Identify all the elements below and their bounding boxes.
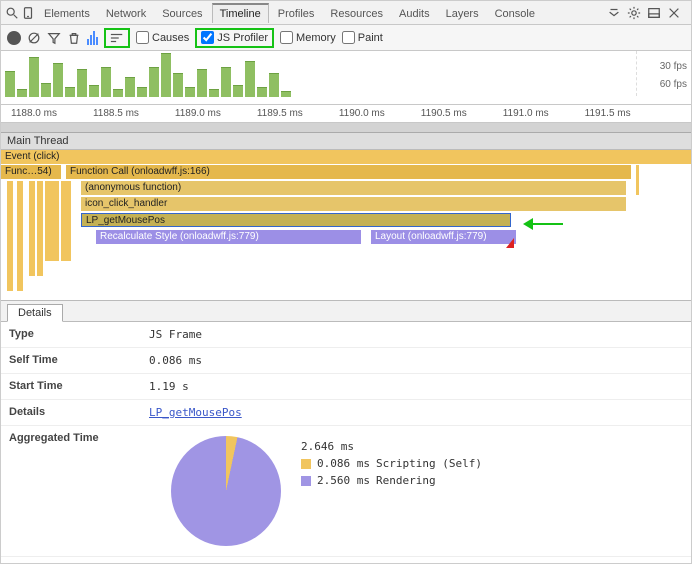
- swatch-scripting: [301, 459, 311, 469]
- aggregated-time-pie: [171, 436, 281, 546]
- gear-icon[interactable]: [627, 6, 641, 20]
- flame-getmousepos[interactable]: LP_getMousePos: [81, 213, 511, 227]
- memory-checkbox[interactable]: Memory: [280, 31, 336, 44]
- annotation-arrow-icon: [523, 218, 533, 230]
- legend-scripting-name: Scripting (Self): [376, 457, 482, 470]
- trash-icon[interactable]: [67, 31, 81, 45]
- clear-icon[interactable]: [27, 31, 41, 45]
- drawer-icon[interactable]: [607, 6, 621, 20]
- dock-icon[interactable]: [647, 6, 661, 20]
- view-bars-icon[interactable]: [87, 31, 98, 45]
- flame-recalc-style[interactable]: Recalculate Style (onloadwff.js:779): [96, 230, 361, 244]
- detail-starttime-value: 1.19 s: [141, 374, 691, 400]
- time-axis: 1188.0 ms1188.5 ms1189.0 ms1189.5 ms1190…: [1, 105, 691, 123]
- detail-type-value: JS Frame: [141, 322, 691, 348]
- flame-func-trunc[interactable]: Func…54): [1, 165, 61, 179]
- js-profiler-checkbox[interactable]: JS Profiler: [201, 31, 268, 44]
- tab-layers[interactable]: Layers: [439, 3, 486, 23]
- detail-type-label: Type: [1, 322, 141, 348]
- detail-selftime-label: Self Time: [1, 348, 141, 374]
- detail-agg-label: Aggregated Time: [1, 426, 141, 557]
- causes-checkbox[interactable]: Causes: [136, 31, 189, 44]
- flame-chart[interactable]: Event (click) Func…54) Function Call (on…: [1, 150, 691, 300]
- legend-rendering-name: Rendering: [376, 474, 436, 487]
- swatch-rendering: [301, 476, 311, 486]
- overview-chart[interactable]: 30 fps 60 fps: [1, 51, 691, 105]
- flame-function-call[interactable]: Function Call (onloadwff.js:166): [66, 165, 631, 179]
- detail-starttime-label: Start Time: [1, 374, 141, 400]
- close-icon[interactable]: [667, 6, 681, 20]
- filter-icon[interactable]: [47, 31, 61, 45]
- tab-network[interactable]: Network: [99, 3, 153, 23]
- pie-total: 2.646 ms: [301, 440, 354, 453]
- legend-rendering-value: 2.560 ms: [317, 474, 370, 487]
- tab-elements[interactable]: Elements: [37, 3, 97, 23]
- tab-console[interactable]: Console: [488, 3, 542, 23]
- tab-timeline[interactable]: Timeline: [212, 3, 269, 23]
- tab-resources[interactable]: Resources: [323, 3, 390, 23]
- tab-profiles[interactable]: Profiles: [271, 3, 322, 23]
- tab-audits[interactable]: Audits: [392, 3, 437, 23]
- record-button[interactable]: [7, 31, 21, 45]
- paint-checkbox[interactable]: Paint: [342, 31, 383, 44]
- forced-layout-warning-icon: [506, 228, 514, 248]
- detail-details-label: Details: [1, 400, 141, 426]
- search-icon[interactable]: [5, 6, 19, 20]
- legend-scripting-value: 0.086 ms: [317, 457, 370, 470]
- detail-selftime-value: 0.086 ms: [141, 348, 691, 374]
- thread-header: Main Thread: [1, 133, 691, 150]
- flame-anon[interactable]: (anonymous function): [81, 181, 626, 195]
- overview-scrubber[interactable]: [1, 123, 691, 133]
- fps60-label: 60 fps: [660, 79, 687, 90]
- fps30-label: 30 fps: [660, 61, 687, 72]
- flame-layout[interactable]: Layout (onloadwff.js:779): [371, 230, 516, 244]
- flame-event-click[interactable]: Event (click): [1, 150, 691, 164]
- device-icon[interactable]: [21, 6, 35, 20]
- detail-details-link[interactable]: LP_getMousePos: [141, 400, 691, 426]
- tab-sources[interactable]: Sources: [155, 3, 209, 23]
- details-tab[interactable]: Details: [7, 304, 63, 322]
- flame-handler[interactable]: icon_click_handler: [81, 197, 626, 211]
- flame-chart-mode[interactable]: [104, 28, 130, 48]
